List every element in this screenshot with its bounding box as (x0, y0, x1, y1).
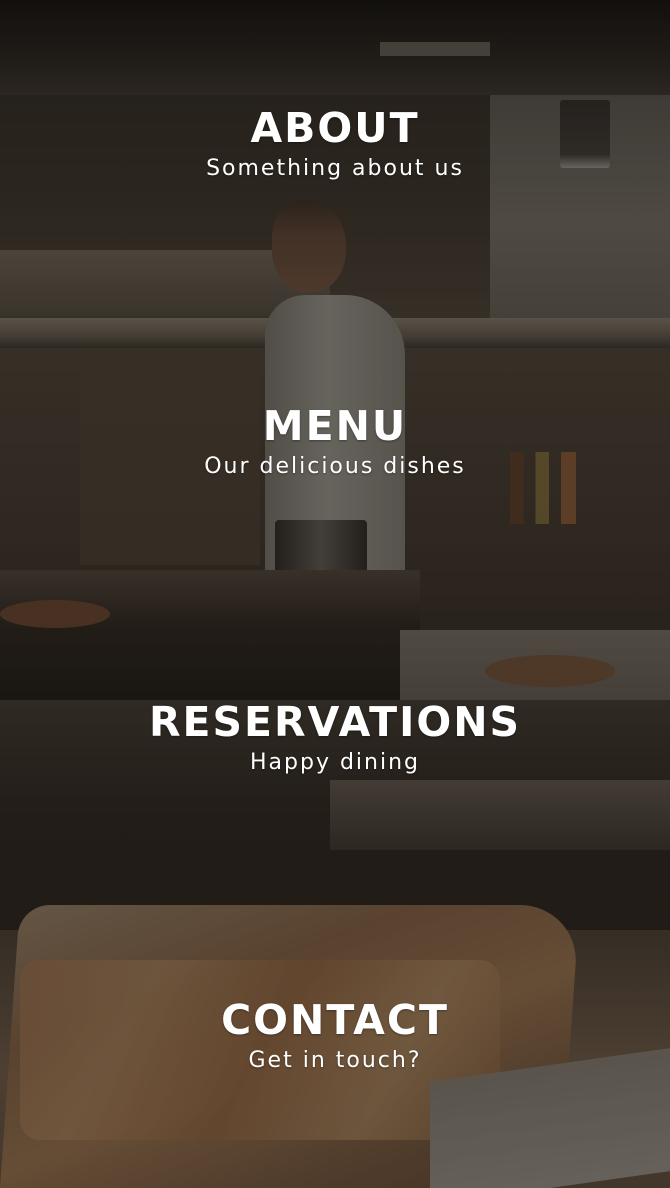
nav-item-about[interactable]: ABOUT Something about us (0, 104, 670, 184)
nav-item-reservations[interactable]: RESERVATIONS Happy dining (0, 698, 670, 778)
nav-item-menu[interactable]: MENU Our delicious dishes (0, 402, 670, 482)
app-screen: ABOUT Something about us MENU Our delici… (0, 0, 670, 1188)
nav-item-about-title: ABOUT (250, 104, 420, 152)
nav-item-contact-title: CONTACT (221, 996, 449, 1044)
nav-item-menu-subtitle: Our delicious dishes (204, 454, 466, 479)
nav-item-reservations-title: RESERVATIONS (148, 698, 522, 746)
nav-item-reservations-subtitle: Happy dining (249, 750, 420, 775)
nav-item-menu-title: MENU (262, 402, 408, 450)
nav-item-contact[interactable]: CONTACT Get in touch? (0, 996, 670, 1076)
nav-item-about-subtitle: Something about us (206, 156, 464, 181)
nav-item-contact-subtitle: Get in touch? (248, 1048, 422, 1073)
